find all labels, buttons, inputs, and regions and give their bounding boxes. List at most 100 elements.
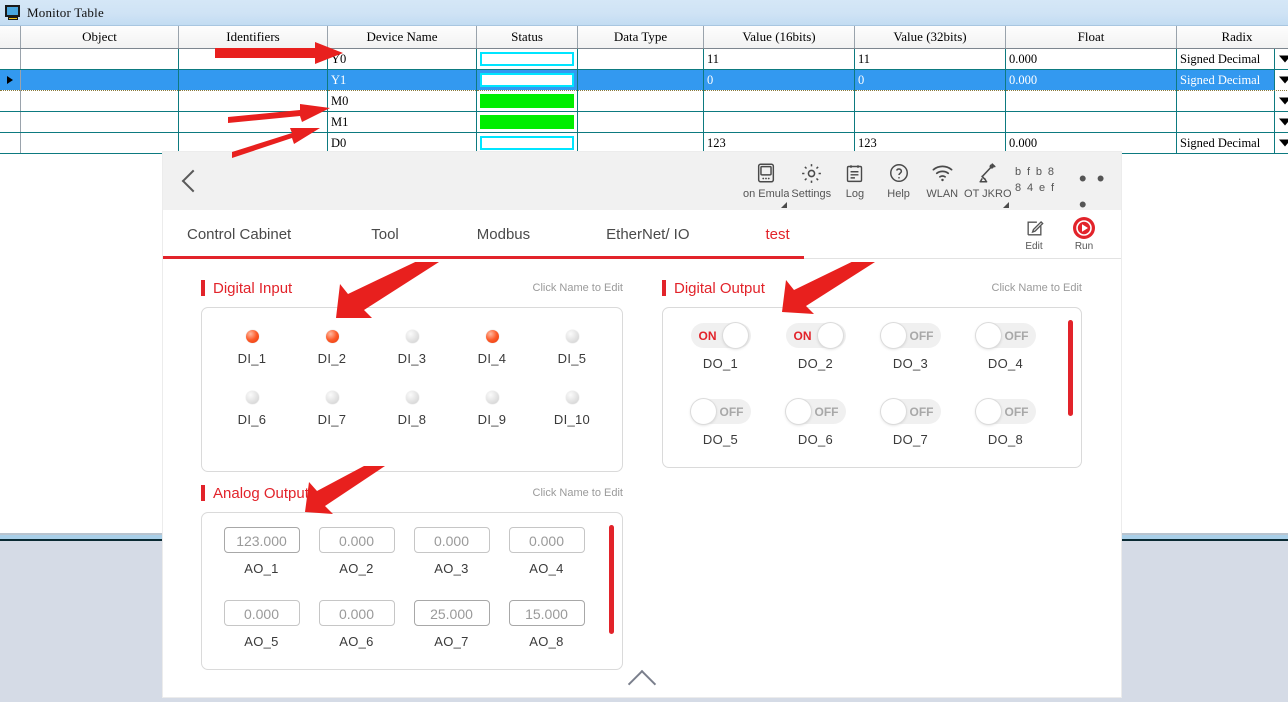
- tab-modbus[interactable]: Modbus: [463, 210, 544, 258]
- cell-radix[interactable]: Signed Decimal: [1177, 49, 1288, 70]
- digital-output-label[interactable]: DO_2: [798, 356, 833, 371]
- col-header-value-32bits[interactable]: Value (32bits): [855, 26, 1006, 49]
- cell-value-32bits[interactable]: [855, 112, 1006, 133]
- cell-object[interactable]: [21, 70, 179, 91]
- cell-radix[interactable]: [1177, 91, 1288, 112]
- digital-input-label[interactable]: DI_5: [558, 351, 587, 366]
- analog-output-label[interactable]: AO_6: [339, 634, 373, 649]
- cell-data-type[interactable]: [578, 49, 704, 70]
- digital-output-label[interactable]: DO_8: [988, 432, 1023, 447]
- col-header-data-type[interactable]: Data Type: [578, 26, 704, 49]
- digital-input-label[interactable]: DI_4: [478, 351, 507, 366]
- col-header-status[interactable]: Status: [477, 26, 578, 49]
- analog-output-input[interactable]: 0.000: [509, 527, 585, 553]
- digital-input-label[interactable]: DI_2: [318, 351, 347, 366]
- analog-output-label[interactable]: AO_4: [529, 561, 563, 576]
- cell-status[interactable]: [477, 133, 578, 154]
- cell-status[interactable]: [477, 49, 578, 70]
- col-header-float[interactable]: Float: [1006, 26, 1177, 49]
- table-row[interactable]: M1: [0, 112, 1288, 133]
- cell-status[interactable]: [477, 91, 578, 112]
- toggle-knob[interactable]: [881, 399, 906, 424]
- analog-output-input[interactable]: 123.000: [224, 527, 300, 553]
- toggle-switch-on[interactable]: ON: [691, 323, 751, 348]
- digital-input-item[interactable]: DI_3: [372, 330, 452, 366]
- analog-output-input[interactable]: 15.000: [509, 600, 585, 626]
- analog-output-scrollbar[interactable]: [609, 525, 614, 634]
- cell-radix[interactable]: Signed Decimal: [1177, 133, 1288, 154]
- digital-output-scrollbar[interactable]: [1068, 320, 1073, 416]
- cell-identifiers[interactable]: [179, 70, 328, 91]
- digital-output-item[interactable]: OFFDO_6: [768, 399, 863, 447]
- run-button[interactable]: Run: [1065, 216, 1103, 252]
- status-indicator-on[interactable]: [480, 94, 574, 108]
- row-selector-cell[interactable]: [0, 70, 21, 91]
- toggle-knob[interactable]: [976, 399, 1001, 424]
- collapse-panel-button[interactable]: [163, 674, 1121, 694]
- status-indicator-off[interactable]: [480, 73, 574, 87]
- analog-output-item[interactable]: 0.000 AO_4: [499, 527, 594, 576]
- digital-input-item[interactable]: DI_2: [292, 330, 372, 366]
- cell-value-32bits[interactable]: 123: [855, 133, 1006, 154]
- analog-output-input[interactable]: 0.000: [319, 600, 395, 626]
- cell-object[interactable]: [21, 49, 179, 70]
- analog-output-label[interactable]: AO_2: [339, 561, 373, 576]
- toggle-switch-off[interactable]: OFF: [976, 323, 1036, 348]
- analog-output-item[interactable]: 0.000 AO_6: [309, 600, 404, 649]
- digital-input-item[interactable]: DI_10: [532, 391, 612, 427]
- cell-data-type[interactable]: [578, 91, 704, 112]
- back-button[interactable]: [163, 152, 223, 210]
- cell-identifiers[interactable]: [179, 112, 328, 133]
- more-options-button[interactable]: • • •: [1079, 152, 1121, 218]
- cell-device-name[interactable]: D0: [328, 133, 477, 154]
- toolbar-item-robot[interactable]: OT JKROB: [964, 152, 1011, 210]
- digital-output-item[interactable]: ON DO_2: [768, 323, 863, 371]
- analog-output-input[interactable]: 0.000: [319, 527, 395, 553]
- digital-input-item[interactable]: DI_8: [372, 391, 452, 427]
- analog-output-label[interactable]: AO_3: [434, 561, 468, 576]
- cell-value-16bits[interactable]: [704, 91, 855, 112]
- digital-output-item[interactable]: OFFDO_3: [863, 323, 958, 371]
- digital-output-label[interactable]: DO_5: [703, 432, 738, 447]
- tab-tool[interactable]: Tool: [357, 210, 413, 258]
- digital-input-label[interactable]: DI_6: [238, 412, 267, 427]
- digital-input-label[interactable]: DI_8: [398, 412, 427, 427]
- cell-identifiers[interactable]: [179, 49, 328, 70]
- table-row[interactable]: D01231230.000Signed Decimal: [0, 133, 1288, 154]
- digital-output-item[interactable]: OFF DO_4: [958, 323, 1053, 371]
- digital-input-item[interactable]: DI_6: [212, 391, 292, 427]
- status-indicator-on[interactable]: [480, 115, 574, 129]
- cell-identifiers[interactable]: [179, 91, 328, 112]
- toggle-knob[interactable]: [786, 399, 811, 424]
- digital-input-item[interactable]: DI_9: [452, 391, 532, 427]
- cell-data-type[interactable]: [578, 112, 704, 133]
- cell-status[interactable]: [477, 70, 578, 91]
- analog-output-item[interactable]: 25.000 AO_7: [404, 600, 499, 649]
- cell-float[interactable]: [1006, 91, 1177, 112]
- table-row[interactable]: M0: [0, 91, 1288, 112]
- cell-status[interactable]: [477, 112, 578, 133]
- digital-output-label[interactable]: DO_4: [988, 356, 1023, 371]
- toolbar-item-simulation-emulator[interactable]: on Emula: [743, 152, 789, 210]
- col-header-identifiers[interactable]: Identifiers: [179, 26, 328, 49]
- toggle-switch-off[interactable]: OFF: [881, 323, 941, 348]
- cell-object[interactable]: [21, 112, 179, 133]
- digital-output-item[interactable]: OFFDO_7: [863, 399, 958, 447]
- toggle-switch-off[interactable]: OFF: [976, 399, 1036, 424]
- analog-output-label[interactable]: AO_7: [434, 634, 468, 649]
- cell-device-name[interactable]: M0: [328, 91, 477, 112]
- cell-object[interactable]: [21, 133, 179, 154]
- cell-float[interactable]: [1006, 112, 1177, 133]
- toggle-knob[interactable]: [691, 399, 716, 424]
- digital-input-label[interactable]: DI_1: [238, 351, 267, 366]
- analog-output-item[interactable]: 0.000 AO_2: [309, 527, 404, 576]
- cell-float[interactable]: 0.000: [1006, 133, 1177, 154]
- analog-output-item[interactable]: 0.000AO_3: [404, 527, 499, 576]
- row-selector-cell[interactable]: [0, 133, 21, 154]
- col-header-radix[interactable]: Radix: [1177, 26, 1288, 49]
- cell-value-32bits[interactable]: [855, 91, 1006, 112]
- analog-output-input[interactable]: 25.000: [414, 600, 490, 626]
- toggle-switch-on[interactable]: ON: [786, 323, 846, 348]
- table-row[interactable]: Y1000.000Signed Decimal: [0, 70, 1288, 91]
- cell-device-name[interactable]: M1: [328, 112, 477, 133]
